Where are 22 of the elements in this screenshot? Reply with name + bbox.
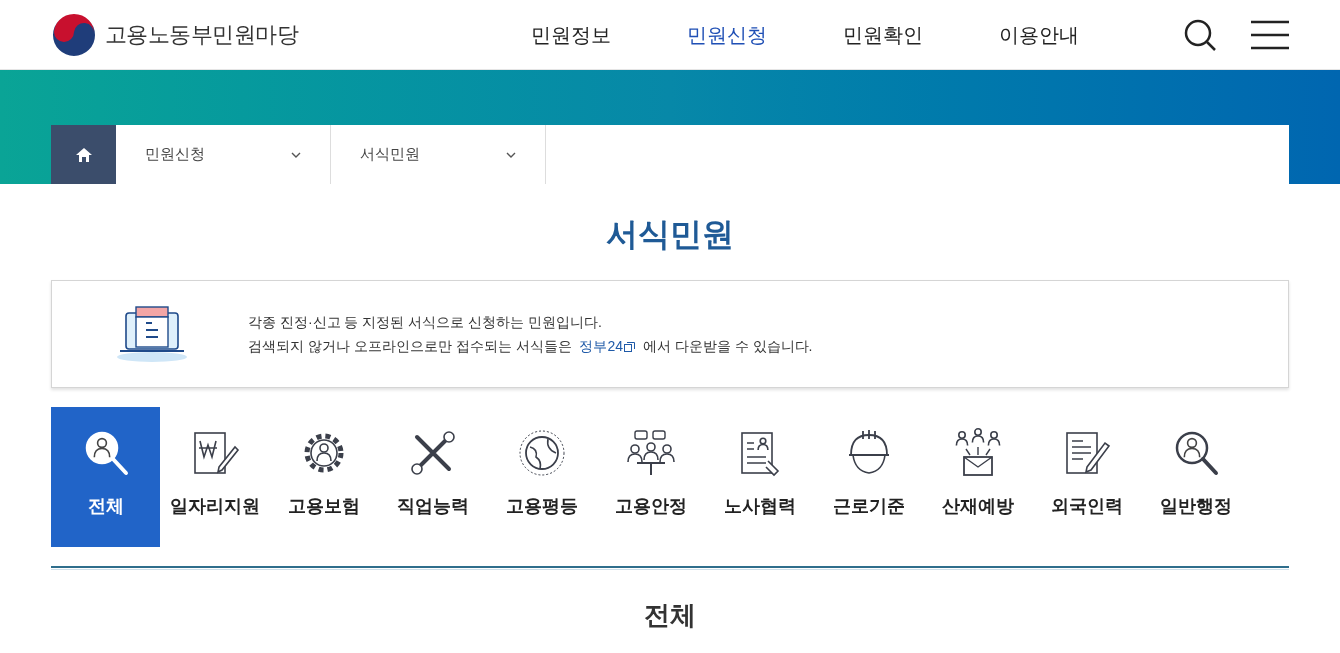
intro-text: 각종 진정·신고 등 지정된 서식으로 신청하는 민원입니다. (248, 313, 603, 332)
menu-icon[interactable] (1251, 19, 1289, 50)
breadcrumb-dropdown[interactable]: 민원신청 (116, 125, 331, 184)
search-icon[interactable] (1183, 17, 1217, 52)
nav-link[interactable]: 민원정보 (493, 19, 649, 50)
external-link-icon (624, 342, 636, 353)
nav-link[interactable]: 민원확인 (805, 19, 961, 50)
chevron-down-icon (291, 151, 301, 158)
emblem-logo-icon[interactable] (51, 11, 97, 58)
page-title: 서식민원 (605, 215, 735, 254)
home-button[interactable] (51, 125, 116, 184)
nav-link[interactable]: 민원신청 (649, 19, 805, 50)
section-title: 전체 (643, 599, 697, 632)
chevron-down-icon (506, 151, 516, 158)
home-icon (75, 147, 92, 162)
breadcrumb-dropdown[interactable]: 서식민원 (331, 125, 546, 184)
nav-link[interactable]: 이용안내 (961, 19, 1117, 50)
site-logo-text[interactable]: 고용노동부민원마당 (105, 18, 299, 51)
category-tab[interactable]: 전체 (51, 407, 160, 547)
intro-text: 검색되지 않거나 오프라인으로만 접수되는 서식들은 정부24 에서 다운받을 수 있습니다. (248, 337, 813, 356)
laptop-list-icon (116, 305, 188, 363)
link[interactable]: 정부24 (579, 338, 636, 354)
